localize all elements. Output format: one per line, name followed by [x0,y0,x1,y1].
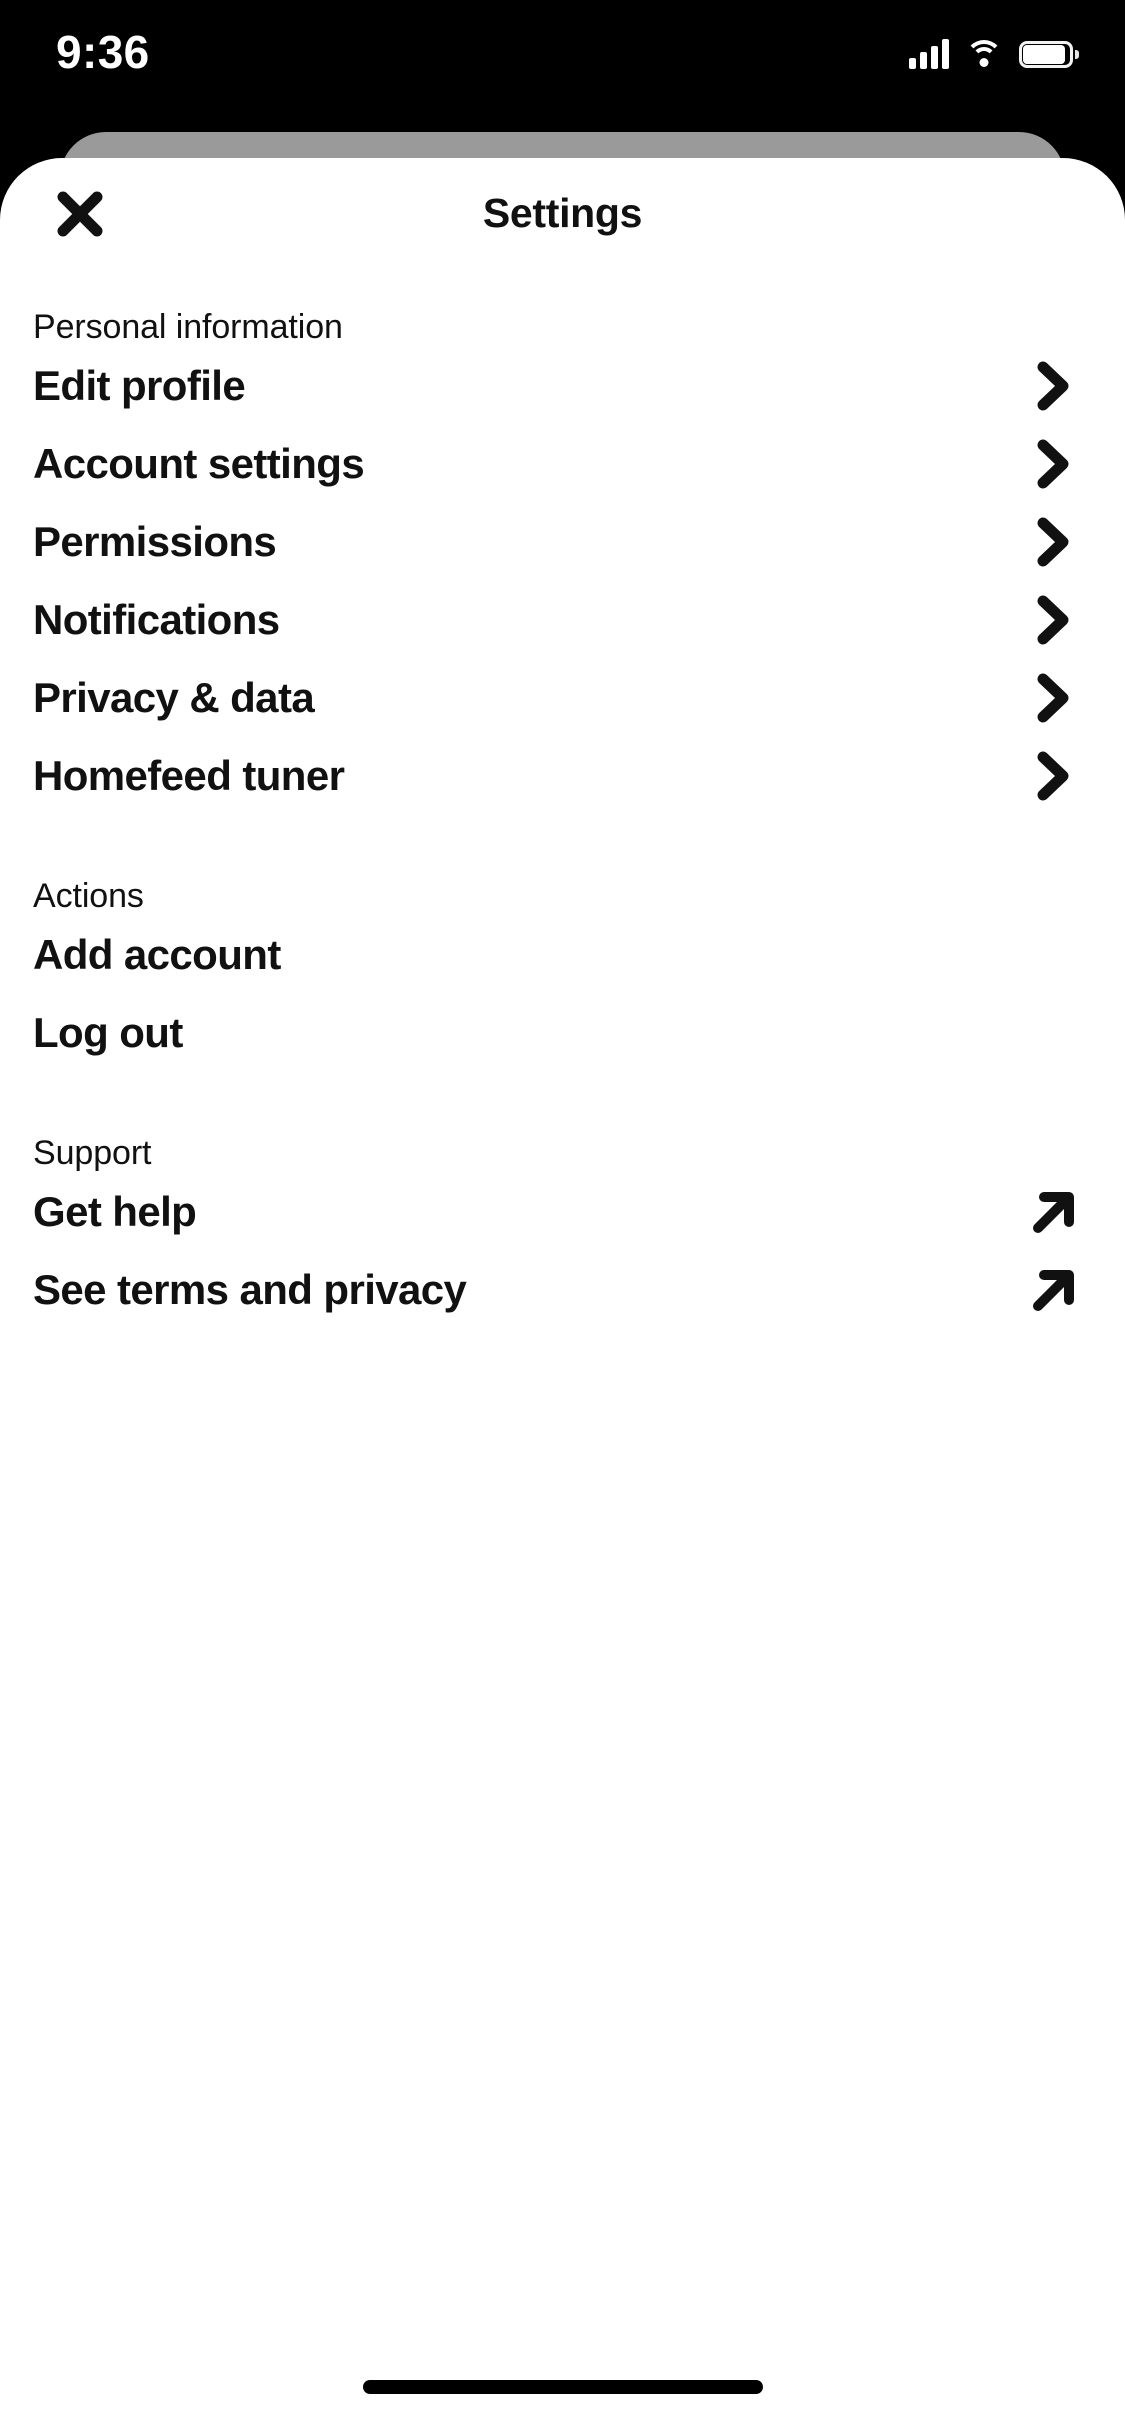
menu-item-homefeed-tuner[interactable]: Homefeed tuner [0,737,1125,815]
menu-item-edit-profile[interactable]: Edit profile [0,347,1125,425]
menu-item-get-help[interactable]: Get help [0,1173,1125,1251]
external-link-arrow-icon [1030,1266,1078,1314]
external-link-arrow-icon [1030,1188,1078,1236]
menu-item-label: Get help [33,1188,197,1235]
cellular-signal-icon [909,39,949,69]
section-actions: Actions Add account Log out [0,877,1125,1072]
home-indicator-bar[interactable] [362,2380,763,2394]
section-header-personal-information: Personal information [33,308,343,346]
menu-item-notifications[interactable]: Notifications [0,581,1125,659]
menu-item-log-out[interactable]: Log out [0,994,1125,1072]
phone-screen: 9:36 Settings Personal information Edit … [0,0,1125,2436]
status-bar-icons [909,30,1079,78]
sheet-header: Settings [0,158,1125,268]
menu-item-account-settings[interactable]: Account settings [0,425,1125,503]
settings-sheet: Settings Personal information Edit profi… [0,158,1125,2436]
menu-item-label: Add account [33,931,281,978]
menu-item-privacy-and-data[interactable]: Privacy & data [0,659,1125,737]
chevron-right-icon [1030,361,1078,411]
section-header-support: Support [33,1134,152,1172]
menu-item-label: Account settings [33,440,365,487]
status-bar: 9:36 [0,0,1125,132]
chevron-right-icon [1030,595,1078,645]
menu-item-permissions[interactable]: Permissions [0,503,1125,581]
menu-item-label: Edit profile [33,362,246,409]
menu-item-label: Notifications [33,596,280,643]
battery-icon [1019,40,1079,68]
chevron-right-icon [1030,439,1078,489]
menu-item-label: Privacy & data [33,674,315,721]
wifi-icon [965,39,1003,69]
section-support: Support Get help See terms and privacy [0,1134,1125,1329]
chevron-right-icon [1030,673,1078,723]
menu-item-see-terms-and-privacy[interactable]: See terms and privacy [0,1251,1125,1329]
chevron-right-icon [1030,517,1078,567]
menu-item-label: Log out [33,1009,183,1056]
menu-item-label: Permissions [33,518,277,565]
menu-item-label: Homefeed tuner [33,752,345,799]
chevron-right-icon [1030,751,1078,801]
menu-item-label: See terms and privacy [33,1266,467,1313]
status-bar-time: 9:36 [56,26,150,78]
section-personal-information: Personal information Edit profile Accoun… [0,308,1125,815]
page-title: Settings [482,190,643,236]
menu-item-add-account[interactable]: Add account [0,916,1125,994]
section-header-actions: Actions [33,877,144,915]
